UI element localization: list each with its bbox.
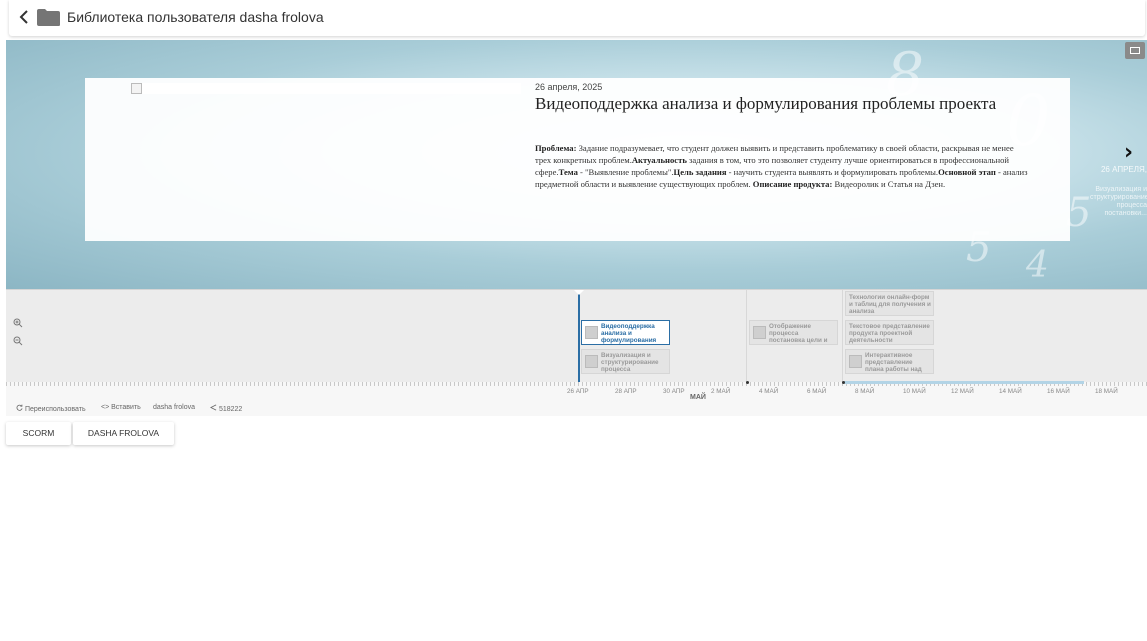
axis-tick-label: 28 АПР (615, 388, 637, 395)
top-bar: Библиотека пользователя dasha frolova (9, 0, 1145, 36)
timeline-divider (746, 290, 747, 383)
slide-description: Проблема: Задание подразумевает, что сту… (535, 142, 1030, 190)
fullscreen-icon[interactable] (1125, 42, 1145, 59)
axis-tick-label: 6 МАЙ (807, 388, 827, 395)
next-slide-title[interactable]: Визуализация и структурирование процесса… (1090, 186, 1147, 218)
flag-thumbnail (849, 355, 862, 368)
timeline-flag[interactable]: Технологии онлайн-форм и таблиц для полу… (845, 291, 934, 316)
timeline-flag[interactable]: Видеоподдержка анализа и формулирования (581, 320, 670, 345)
flag-title: Визуализация и структурирование процесса (601, 352, 659, 373)
timeline-flag[interactable]: Интерактивное представление плана работы… (845, 349, 934, 374)
next-slide-date[interactable]: 26 АПРЕЛЯ, (1092, 165, 1147, 174)
timeline-navigation[interactable]: Видеоподдержка анализа и формулирования … (6, 289, 1147, 383)
timeline-axis: 26 АПР 28 АПР 30 АПР 2 МАЙ 4 МАЙ 6 МАЙ 8 МАЙ 10… (6, 381, 1147, 401)
axis-tick-label: 4 МАЙ (759, 388, 779, 395)
timeline-flag[interactable]: Отображение процесса постановка цели и (749, 320, 838, 345)
share-icon (209, 404, 217, 411)
flag-title: Отображение процесса постановка цели и (769, 323, 828, 344)
zoom-out-icon[interactable] (11, 336, 25, 350)
tab-dasha-frolova[interactable]: DASHA FROLOVA (73, 422, 174, 445)
next-slide-icon[interactable]: › (1124, 140, 1133, 165)
axis-tick-label: 10 МАЙ (903, 388, 926, 395)
reuse-label: Переиспользовать (24, 406, 86, 413)
info-bar: Переиспользовать <> Вставить dasha frolo… (6, 400, 1147, 416)
zoom-in-icon[interactable] (11, 318, 25, 332)
embed-link[interactable]: <> Вставить (101, 404, 141, 411)
axis-tick-label: 2 МАЙ (711, 388, 731, 395)
reuse-link[interactable]: Переиспользовать (16, 404, 86, 413)
axis-tick-label: 14 МАЙ (999, 388, 1022, 395)
slide-title: Видеоподдержка анализа и формулирования … (535, 94, 997, 113)
broken-image-icon (131, 83, 142, 94)
marker-tip (574, 290, 584, 295)
current-position-marker (578, 290, 580, 383)
slide-media (131, 83, 521, 94)
flag-thumbnail (753, 326, 766, 339)
slide-text-heading: Проблема: (535, 143, 577, 153)
slide-text-heading: Описание продукта: (752, 179, 833, 189)
axis-dot (842, 381, 845, 384)
timeline-flag[interactable]: Текстовое представление продукта проектн… (845, 320, 934, 345)
share-link[interactable]: 518222 (209, 404, 243, 413)
axis-dot (746, 381, 749, 384)
page-title: Библиотека пользователя dasha frolova (67, 9, 324, 25)
tab-scorm[interactable]: SCORM (6, 422, 71, 445)
axis-tick-label: 12 МАЙ (951, 388, 974, 395)
slide-text-heading: Цель задания (673, 167, 727, 177)
axis-tick-label: 26 АПР (567, 388, 589, 395)
axis-tick-label: 16 МАЙ (1047, 388, 1070, 395)
slide-text: - научить студента выявлять и формулиров… (726, 167, 939, 177)
refresh-icon (16, 404, 23, 411)
slide-text-heading: Актуальность (631, 155, 687, 165)
author-link[interactable]: dasha frolova (153, 404, 195, 411)
flag-title: Технологии онлайн-форм и таблиц для полу… (849, 294, 931, 315)
flag-title: Текстовое представление продукта проектн… (849, 323, 930, 344)
axis-tick-label: 8 МАЙ (855, 388, 875, 395)
slide-text-heading: Тема (558, 167, 578, 177)
flag-thumbnail (585, 355, 598, 368)
slide-text-heading: Основной этап (938, 167, 996, 177)
timeline-flag[interactable]: Визуализация и структурирование процесса (581, 349, 670, 374)
slide-text: - "Выявление проблемы". (577, 167, 674, 177)
share-count: 518222 (218, 406, 243, 413)
timeline-embed: 8 0 5 5 4 26 апреля, 2025 Видеоподдержка… (6, 40, 1147, 416)
axis-tick-label: 30 АПР (663, 388, 685, 395)
decorative-digit: 4 (1026, 245, 1049, 286)
axis-tick-label: 18 МАЙ (1095, 388, 1118, 395)
flag-title: Видеоподдержка анализа и формулирования (601, 323, 657, 344)
slide-date: 26 апреля, 2025 (535, 82, 603, 92)
timeline-divider (842, 290, 843, 383)
back-arrow-icon[interactable] (17, 9, 31, 25)
slide-text: Видеоролик и Статья на Дзен. (832, 179, 946, 189)
axis-range-highlight (844, 381, 1084, 384)
slide-background: 8 0 5 5 4 26 апреля, 2025 Видеоподдержка… (6, 40, 1147, 289)
flag-thumbnail (585, 326, 598, 339)
folder-icon (36, 8, 61, 27)
slide-card: 26 апреля, 2025 Видеоподдержка анализа и… (85, 78, 1070, 241)
flag-title: Интерактивное представление плана работы… (865, 352, 922, 373)
